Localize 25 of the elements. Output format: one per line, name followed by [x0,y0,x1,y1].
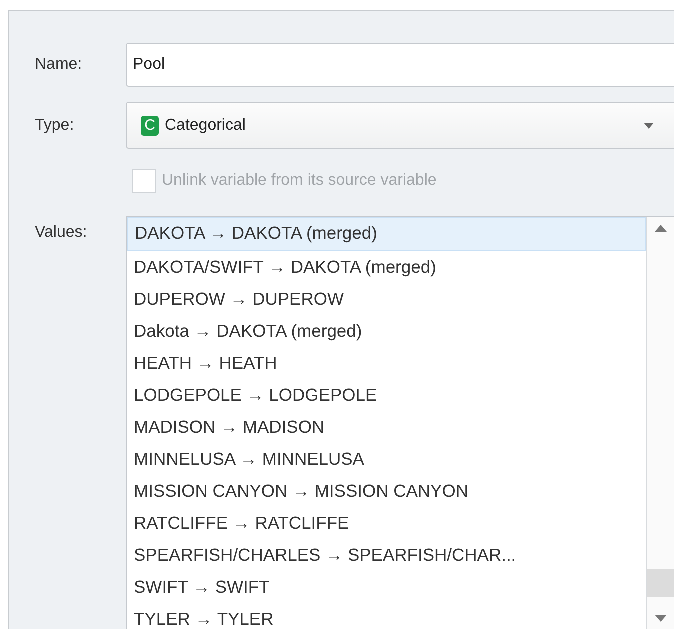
field-label: Type: [34,116,76,134]
list-item[interactable]: SPEARFISH/CHARLES → SPEARFISH/CHAR... [127,539,646,571]
scroll-thumb[interactable] [647,569,674,597]
list-item[interactable]: DAKOTA → DAKOTA (merged) [127,217,646,251]
list-item[interactable]: RATCLIFFE → RATCLIFFE [127,507,646,539]
field-label: Values: [34,224,88,242]
list-item[interactable]: MADISON → MADISON [127,411,646,443]
name-field[interactable]: Pool [126,43,674,87]
list-item[interactable]: HEATH → HEATH [127,347,646,379]
type-dropdown[interactable]: C Categorical [126,102,674,149]
list-item[interactable]: MISSION CANYON → MISSION CANYON [127,475,646,507]
scrollbar[interactable] [646,217,674,629]
checkbox-label: Unlink variable from its source variable [162,172,437,190]
caret-icon [644,122,654,128]
list-item[interactable]: TYLER → TYLER [127,603,646,629]
categorical-icon: C [141,116,159,136]
scroll-down-icon[interactable] [654,615,666,622]
list-item[interactable]: MINNELUSA → MINNELUSA [127,443,646,475]
list-item[interactable]: LODGEPOLE → LODGEPOLE [127,379,646,411]
field-label: Name: [34,56,84,74]
scroll-up-icon[interactable] [654,225,666,232]
list-item[interactable]: DUPEROW → DUPEROW [127,283,646,315]
list-item[interactable]: SWIFT → SWIFT [127,571,646,603]
list-item[interactable]: DAKOTA/SWIFT → DAKOTA (merged) [127,251,646,283]
list-item[interactable]: Dakota → DAKOTA (merged) [127,315,646,347]
